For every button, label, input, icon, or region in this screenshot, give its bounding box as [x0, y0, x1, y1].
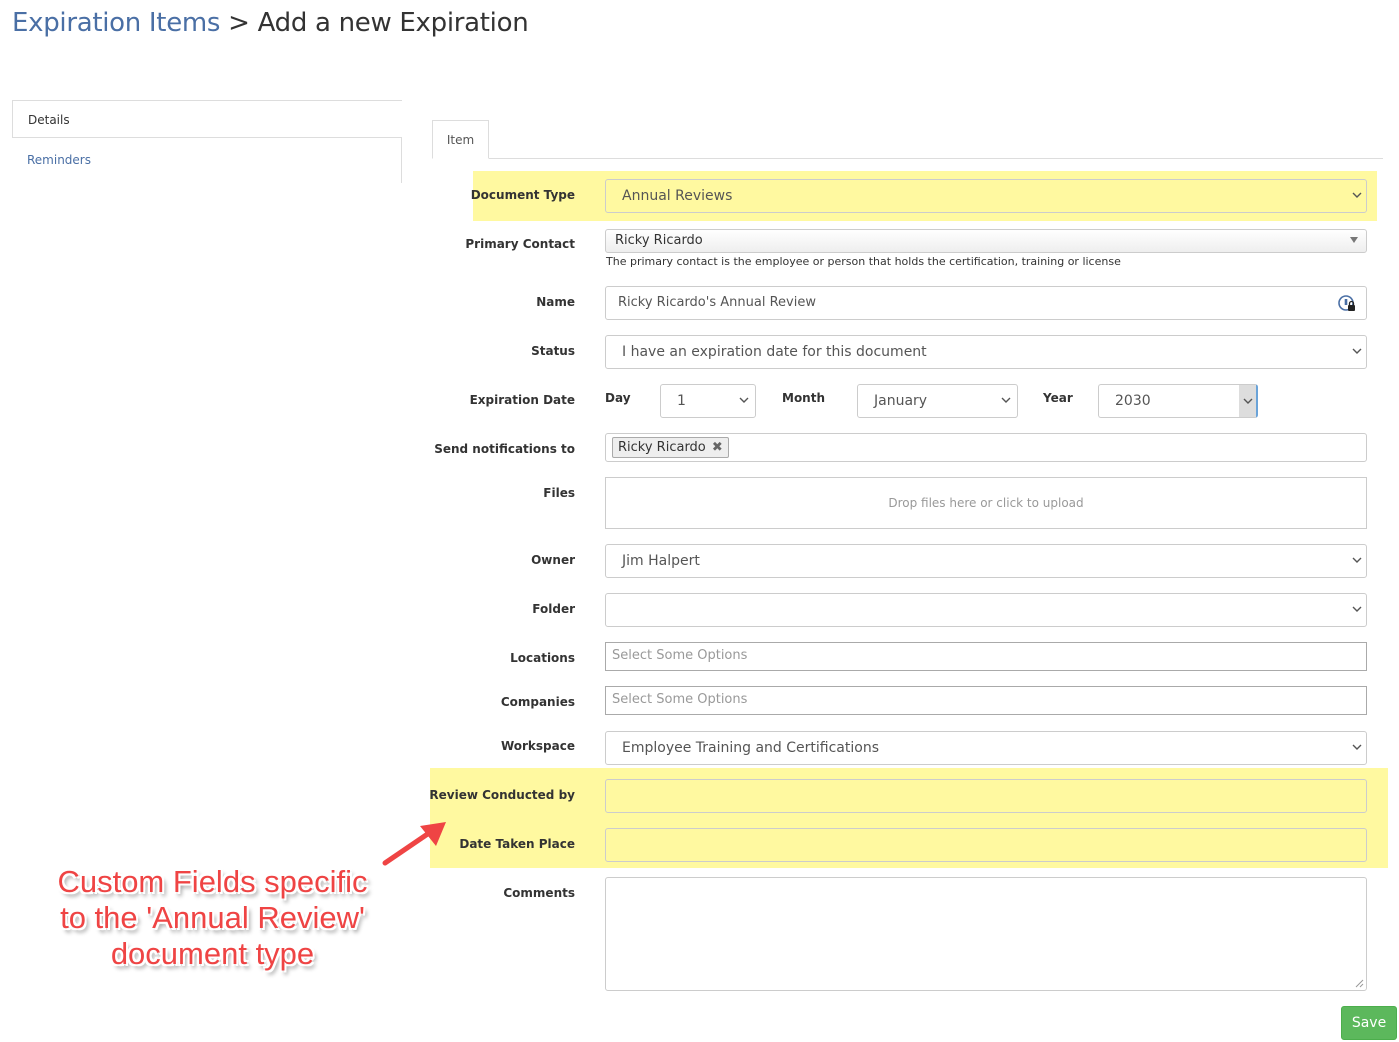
- resize-handle-icon[interactable]: [1355, 979, 1364, 988]
- chevron-down-icon: [1352, 557, 1362, 563]
- notifications-label: Send notifications to: [434, 442, 575, 456]
- name-label: Name: [536, 295, 575, 309]
- chevron-down-icon: [1352, 744, 1362, 750]
- primary-contact-help: The primary contact is the employee or p…: [606, 255, 1121, 268]
- sidebar-item-details[interactable]: Details: [12, 100, 402, 138]
- locations-multiselect[interactable]: Select Some Options: [605, 642, 1367, 671]
- name-input[interactable]: Ricky Ricardo's Annual Review: [605, 286, 1367, 320]
- files-label: Files: [543, 486, 575, 500]
- notification-tag: Ricky Ricardo ✖: [612, 437, 729, 458]
- document-type-label: Document Type: [470, 188, 575, 202]
- day-value: 1: [677, 393, 686, 409]
- workspace-value: Employee Training and Certifications: [622, 740, 879, 756]
- month-select[interactable]: January: [857, 384, 1018, 418]
- annotation-callout: Custom Fields specific to the 'Annual Re…: [30, 864, 395, 972]
- dropzone-text: Drop files here or click to upload: [888, 496, 1084, 510]
- companies-label: Companies: [500, 695, 575, 709]
- name-value: Ricky Ricardo's Annual Review: [618, 295, 816, 310]
- chevron-down-icon: [1352, 192, 1362, 198]
- year-value: 2030: [1115, 393, 1151, 409]
- annotation-line-3: document type: [110, 936, 315, 971]
- date-taken-place-label: Date Taken Place: [459, 837, 575, 851]
- year-select[interactable]: 2030: [1098, 384, 1258, 418]
- review-conducted-by-label: Review Conducted by: [429, 788, 575, 802]
- primary-contact-label: Primary Contact: [465, 237, 575, 251]
- status-value: I have an expiration date for this docum…: [622, 344, 927, 360]
- tab-item[interactable]: Item: [432, 120, 489, 159]
- comments-label: Comments: [503, 886, 575, 900]
- annotation-arrow-icon: [382, 822, 446, 866]
- password-manager-icon[interactable]: [1338, 295, 1356, 313]
- chevron-down-icon: [1352, 348, 1362, 354]
- notification-tag-label: Ricky Ricardo: [618, 440, 706, 455]
- chevron-down-icon: [1243, 398, 1253, 404]
- owner-select[interactable]: Jim Halpert: [605, 544, 1367, 578]
- review-conducted-by-input[interactable]: [605, 779, 1367, 813]
- month-label: Month: [782, 391, 826, 405]
- folder-label: Folder: [532, 602, 575, 616]
- year-label: Year: [1043, 391, 1073, 405]
- year-select-button[interactable]: [1239, 385, 1256, 417]
- save-button[interactable]: Save: [1341, 1006, 1397, 1040]
- page-title: Add a new Expiration: [257, 8, 529, 38]
- locations-placeholder: Select Some Options: [612, 648, 748, 663]
- document-type-value: Annual Reviews: [622, 188, 733, 204]
- workspace-label: Workspace: [500, 739, 575, 753]
- day-select[interactable]: 1: [660, 384, 756, 418]
- month-value: January: [874, 393, 928, 409]
- status-label: Status: [531, 344, 575, 358]
- annotation-line-2: to the 'Annual Review': [60, 900, 365, 935]
- locations-label: Locations: [510, 651, 575, 665]
- status-select[interactable]: I have an expiration date for this docum…: [605, 335, 1367, 369]
- owner-value: Jim Halpert: [622, 553, 700, 569]
- chevron-down-icon: [1001, 397, 1011, 403]
- breadcrumb: Expiration Items > Add a new Expiration: [12, 8, 529, 38]
- file-dropzone[interactable]: Drop files here or click to upload: [605, 477, 1367, 529]
- expiration-date-label: Expiration Date: [469, 393, 575, 407]
- chevron-down-icon: [1352, 606, 1362, 612]
- comments-textarea[interactable]: [605, 877, 1367, 991]
- breadcrumb-separator: >: [228, 8, 250, 38]
- close-icon[interactable]: ✖: [712, 438, 723, 457]
- chevron-down-icon: [739, 397, 749, 403]
- owner-label: Owner: [531, 553, 575, 567]
- companies-placeholder: Select Some Options: [612, 692, 748, 707]
- sidebar: Details Reminders: [12, 100, 402, 183]
- workspace-select[interactable]: Employee Training and Certifications: [605, 731, 1367, 765]
- breadcrumb-link-expiration-items[interactable]: Expiration Items: [12, 8, 220, 38]
- primary-contact-select[interactable]: Ricky Ricardo: [605, 229, 1367, 253]
- tab-bar: Item: [432, 120, 1383, 159]
- sidebar-item-reminders[interactable]: Reminders: [12, 138, 402, 183]
- primary-contact-value: Ricky Ricardo: [615, 233, 703, 248]
- folder-select[interactable]: [605, 593, 1367, 627]
- day-label: Day: [605, 391, 631, 405]
- caret-down-icon: [1350, 237, 1358, 243]
- document-type-select[interactable]: Annual Reviews: [605, 179, 1367, 213]
- companies-multiselect[interactable]: Select Some Options: [605, 686, 1367, 715]
- annotation-line-1: Custom Fields specific: [57, 864, 368, 899]
- date-taken-place-input[interactable]: [605, 828, 1367, 862]
